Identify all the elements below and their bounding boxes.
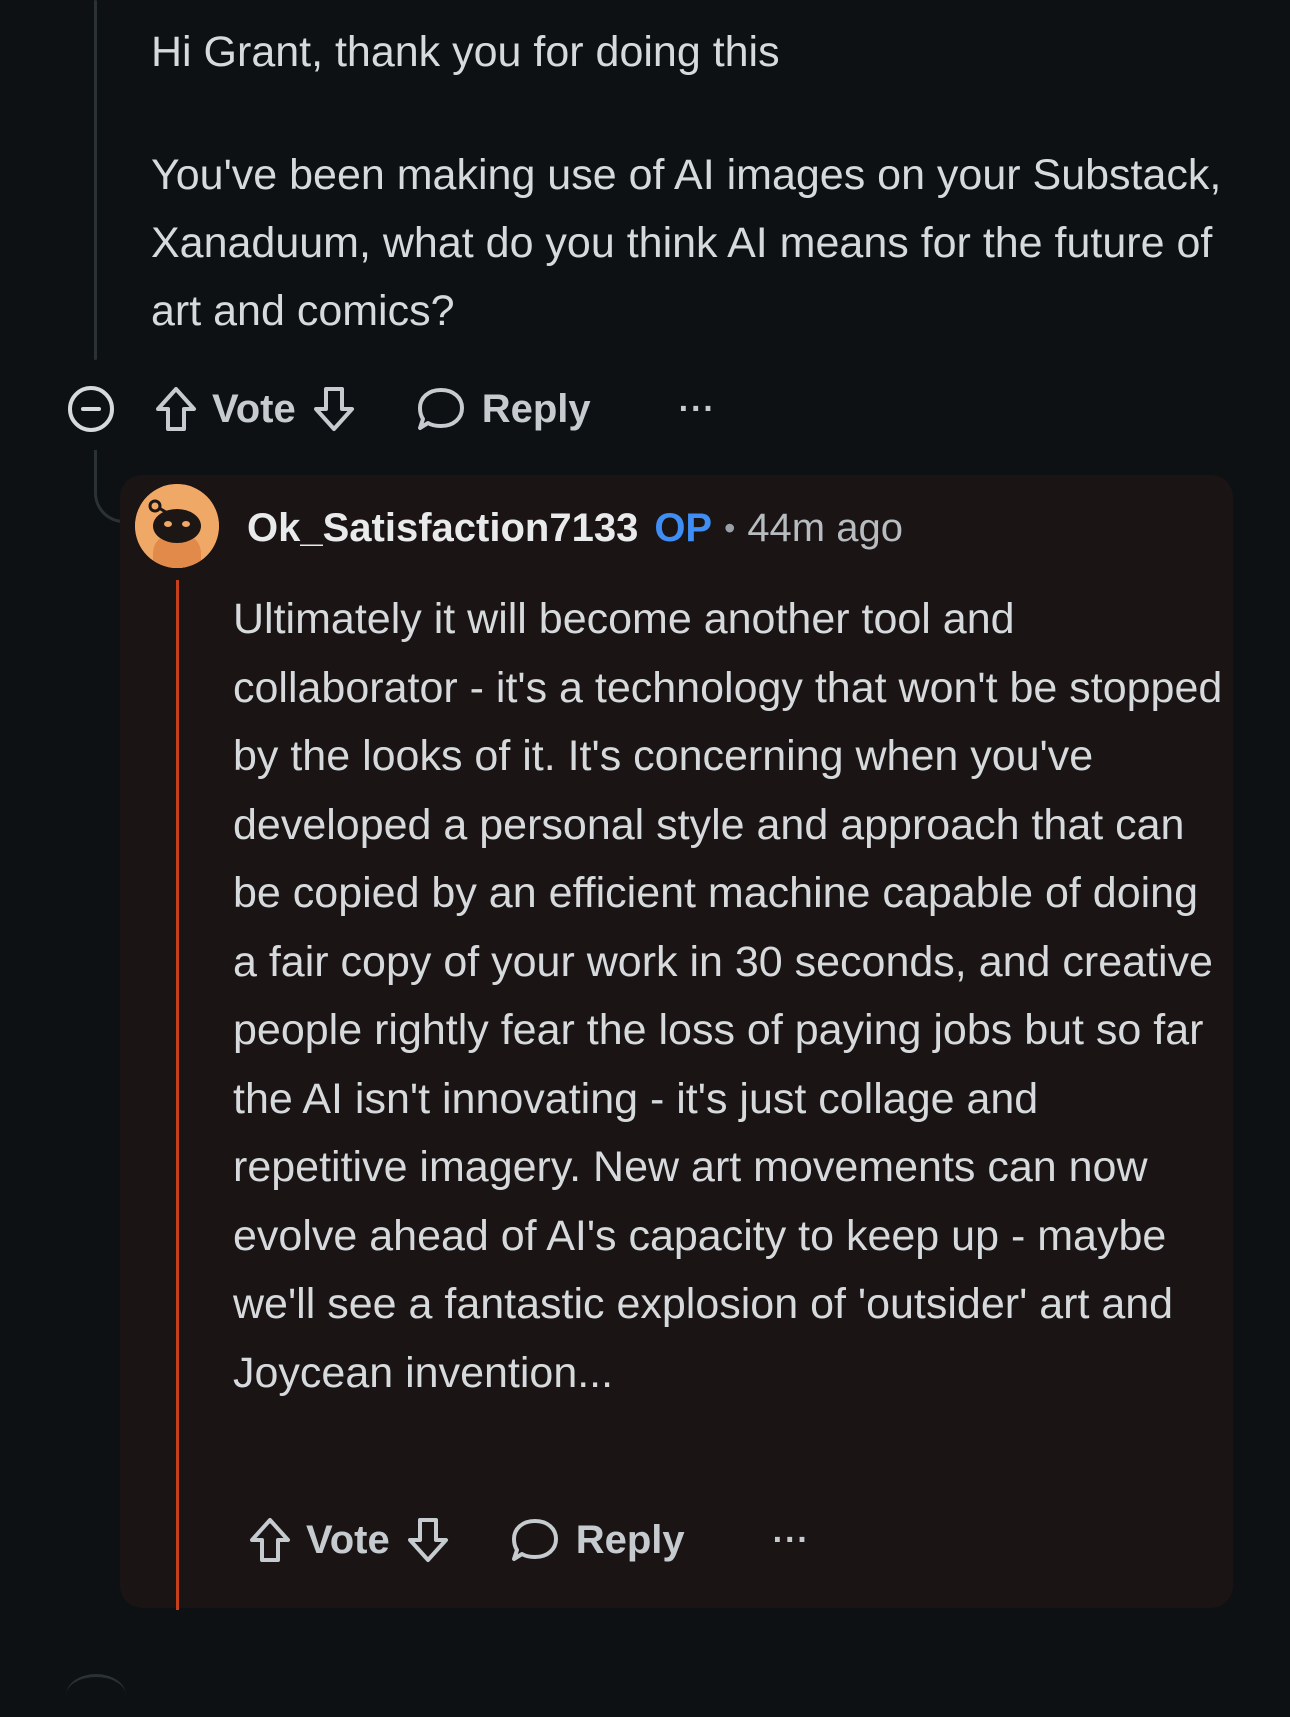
reply-comment-body: Ultimately it will become another tool a… bbox=[233, 595, 1223, 1397]
reply-label: Reply bbox=[481, 386, 591, 431]
parent-comment-paragraph: Hi Grant, thank you for doing this bbox=[151, 28, 780, 76]
upvote-icon[interactable] bbox=[154, 385, 198, 433]
thread-highlight-line[interactable] bbox=[176, 580, 179, 1610]
reply-button[interactable]: Reply bbox=[510, 1517, 685, 1563]
parent-comment-paragraph: You've been making use of AI images on y… bbox=[151, 151, 1222, 335]
upvote-icon[interactable] bbox=[248, 1516, 292, 1564]
more-options-icon[interactable]: ··· bbox=[679, 392, 716, 426]
downvote-icon[interactable] bbox=[406, 1516, 450, 1564]
next-comment-edge bbox=[66, 1674, 126, 1717]
thread-line bbox=[94, 0, 97, 360]
vote-count: Vote bbox=[212, 386, 296, 431]
reply-bubble-icon bbox=[416, 386, 466, 432]
parent-comment-actions: Vote Reply ··· bbox=[68, 374, 716, 444]
reply-comment-meta: Ok_Satisfaction7133 OP • 44m ago bbox=[247, 500, 903, 556]
comment-timestamp: 44m ago bbox=[747, 506, 903, 550]
more-options-icon[interactable]: ··· bbox=[773, 1523, 810, 1557]
parent-comment-body: Hi Grant, thank you for doing this You'v… bbox=[151, 18, 1231, 400]
avatar[interactable] bbox=[135, 484, 219, 568]
collapse-icon[interactable] bbox=[68, 386, 114, 432]
op-badge: OP bbox=[654, 506, 713, 550]
reply-label: Reply bbox=[575, 1517, 685, 1562]
reply-button[interactable]: Reply bbox=[416, 386, 591, 432]
avatar-snoo bbox=[135, 484, 219, 568]
meta-separator: • bbox=[724, 510, 736, 546]
reply-bubble-icon bbox=[510, 1517, 560, 1563]
username[interactable]: Ok_Satisfaction7133 bbox=[247, 500, 638, 556]
reply-comment-actions: Vote Reply ··· bbox=[248, 1505, 810, 1575]
vote-count: Vote bbox=[306, 1517, 390, 1562]
downvote-icon[interactable] bbox=[312, 385, 356, 433]
